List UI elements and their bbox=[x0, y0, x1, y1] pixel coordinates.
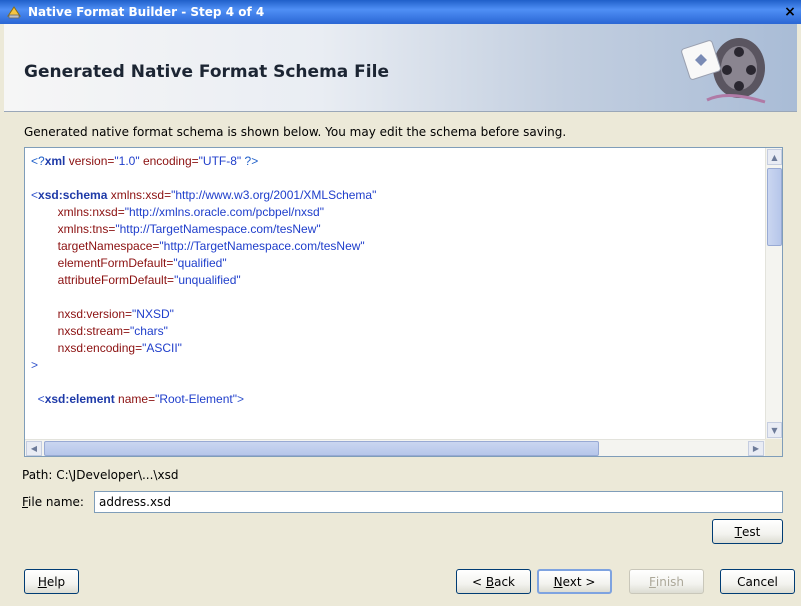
scroll-down-icon[interactable]: ▼ bbox=[767, 422, 782, 438]
horizontal-scrollbar[interactable]: ◀ ▶ bbox=[25, 439, 765, 456]
code-token: <? bbox=[31, 154, 45, 168]
code-token: nxsd:stream= bbox=[31, 324, 131, 338]
code-token: xsd:schema bbox=[38, 188, 108, 202]
code-token: elementFormDefault= bbox=[31, 256, 174, 270]
finish-button[interactable]: Finish bbox=[629, 569, 704, 594]
code-line: elementFormDefault="qualified" bbox=[31, 255, 759, 272]
scrollbar-corner bbox=[765, 439, 782, 456]
scroll-left-icon[interactable]: ◀ bbox=[26, 441, 42, 456]
title-bar: Native Format Builder - Step 4 of 4 × bbox=[0, 0, 801, 24]
code-token: targetNamespace= bbox=[31, 239, 160, 253]
scroll-right-icon[interactable]: ▶ bbox=[748, 441, 764, 456]
code-token: nxsd:encoding= bbox=[31, 341, 143, 355]
film-reel-icon bbox=[681, 38, 766, 104]
code-token: nxsd:version= bbox=[31, 307, 133, 321]
description-text: Generated native format schema is shown … bbox=[24, 125, 567, 139]
page-title: Generated Native Format Schema File bbox=[24, 62, 389, 82]
code-line: attributeFormDefault="unqualified" bbox=[31, 272, 759, 289]
code-token: xmlns:nxsd= bbox=[31, 205, 125, 219]
code-line: <?xml version="1.0" encoding="UTF-8" ?> bbox=[31, 153, 759, 170]
code-line: nxsd:encoding="ASCII" bbox=[31, 340, 759, 357]
code-line: targetNamespace="http://TargetNamespace.… bbox=[31, 238, 759, 255]
horizontal-scroll-thumb[interactable] bbox=[44, 441, 599, 456]
back-button[interactable]: < Back bbox=[456, 569, 531, 594]
schema-code[interactable]: <?xml version="1.0" encoding="UTF-8" ?> <… bbox=[25, 148, 765, 439]
code-token: name= bbox=[114, 392, 156, 406]
code-token: xmlns:tns= bbox=[31, 222, 116, 236]
wizard-header: Generated Native Format Schema File bbox=[4, 24, 797, 112]
code-token: < bbox=[31, 392, 45, 406]
code-token: "NXSD" bbox=[132, 307, 174, 321]
cancel-button[interactable]: Cancel bbox=[720, 569, 795, 594]
code-token: "http://TargetNamespace.com/tesNew" bbox=[115, 222, 321, 236]
code-line: > bbox=[31, 357, 759, 374]
code-token: "http://www.w3.org/2001/XMLSchema" bbox=[171, 188, 377, 202]
code-token: "ASCII" bbox=[142, 341, 182, 355]
test-label: est bbox=[742, 524, 761, 539]
back-access-key: B bbox=[485, 574, 495, 589]
file-name-input[interactable] bbox=[94, 491, 783, 513]
code-token: attributeFormDefault= bbox=[31, 273, 175, 287]
path-label: Path: C:\JDeveloper\...\xsd bbox=[22, 468, 179, 482]
code-token: "UTF-8" bbox=[198, 154, 242, 168]
code-line: xmlns:nxsd="http://xmlns.oracle.com/pcbp… bbox=[31, 204, 759, 221]
help-label: elp bbox=[46, 574, 66, 589]
code-line: <xsd:element name="Root-Element"> bbox=[31, 391, 759, 408]
code-token: encoding= bbox=[139, 154, 199, 168]
code-line: nxsd:stream="chars" bbox=[31, 323, 759, 340]
help-access-key: H bbox=[37, 574, 47, 589]
code-token: "qualified" bbox=[173, 256, 227, 270]
code-token: version= bbox=[65, 154, 115, 168]
code-token: "unqualified" bbox=[174, 273, 241, 287]
code-token: ?> bbox=[241, 154, 259, 168]
test-access-key: T bbox=[734, 524, 742, 539]
code-token: "http://xmlns.oracle.com/pcbpel/nxsd" bbox=[124, 205, 324, 219]
test-button[interactable]: Test bbox=[712, 519, 783, 544]
next-label: ext > bbox=[562, 574, 596, 589]
next-access-key: N bbox=[553, 574, 563, 589]
file-name-label: File name: bbox=[22, 495, 84, 509]
code-token: "1.0" bbox=[114, 154, 140, 168]
finish-label: inish bbox=[655, 574, 685, 589]
code-token: "Root-Element" bbox=[155, 392, 237, 406]
code-token: > bbox=[236, 392, 244, 406]
code-line: nxsd:version="NXSD" bbox=[31, 306, 759, 323]
vertical-scrollbar[interactable]: ▲ ▼ bbox=[765, 148, 782, 439]
code-line: xmlns:tns="http://TargetNamespace.com/te… bbox=[31, 221, 759, 238]
help-button[interactable]: Help bbox=[24, 569, 79, 594]
close-icon[interactable]: × bbox=[781, 3, 799, 21]
scroll-up-icon[interactable]: ▲ bbox=[767, 149, 782, 165]
code-line: <xsd:schema xmlns:xsd="http://www.w3.org… bbox=[31, 187, 759, 204]
window-title: Native Format Builder - Step 4 of 4 bbox=[28, 5, 265, 19]
file-name-label-text: ile name: bbox=[28, 495, 84, 509]
back-label: ack bbox=[494, 574, 515, 589]
code-token: "chars" bbox=[130, 324, 168, 338]
back-prefix: < bbox=[471, 574, 486, 589]
vertical-scroll-thumb[interactable] bbox=[767, 168, 782, 246]
code-token: xsd:element bbox=[44, 392, 115, 406]
finish-access-key: F bbox=[648, 574, 656, 589]
app-icon bbox=[7, 6, 21, 19]
code-token: > bbox=[31, 358, 39, 372]
code-token: xml bbox=[44, 154, 66, 168]
code-token: < bbox=[31, 188, 39, 202]
schema-editor[interactable]: <?xml version="1.0" encoding="UTF-8" ?> <… bbox=[24, 147, 783, 457]
code-token: xmlns:xsd= bbox=[107, 188, 172, 202]
next-button[interactable]: Next > bbox=[537, 569, 612, 594]
code-token: "http://TargetNamespace.com/tesNew" bbox=[159, 239, 365, 253]
